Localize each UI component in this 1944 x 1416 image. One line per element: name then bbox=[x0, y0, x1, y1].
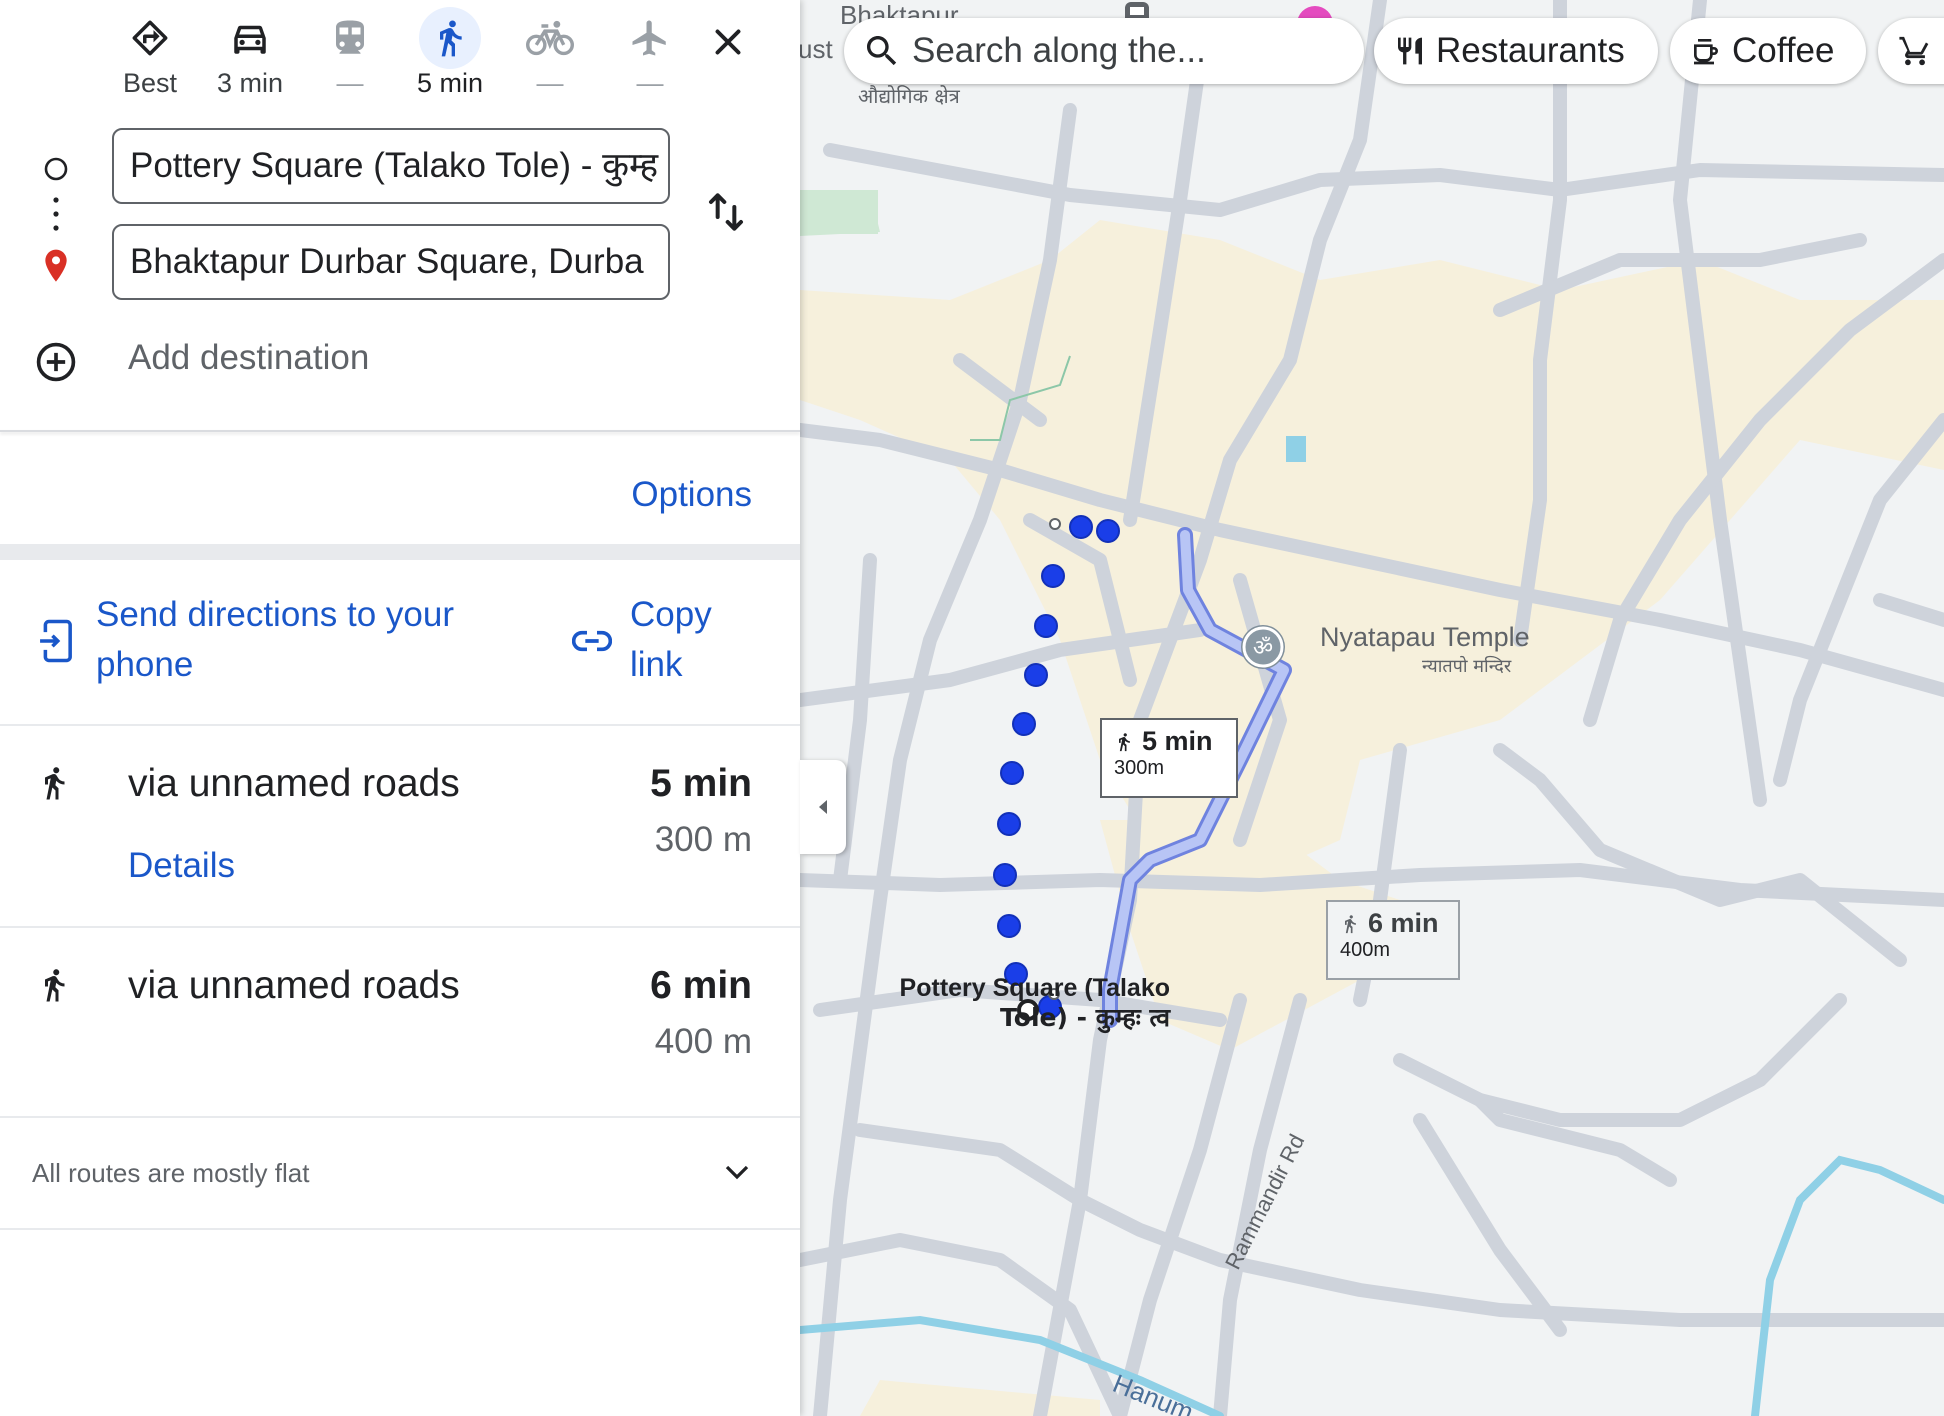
chip-shopping[interactable] bbox=[1878, 18, 1944, 84]
route-callout-alt-time-row: 6 min bbox=[1340, 908, 1446, 939]
route-1-details-link[interactable]: Details bbox=[128, 846, 235, 886]
map-label-temple[interactable]: Nyatapau Temple bbox=[1320, 622, 1530, 653]
close-directions-button[interactable] bbox=[700, 14, 756, 70]
chip-coffee-label: Coffee bbox=[1732, 31, 1835, 70]
cart-icon bbox=[1899, 36, 1929, 66]
directions-icon bbox=[126, 14, 174, 62]
divider bbox=[0, 1116, 800, 1118]
route-callout-alternate[interactable]: 6 min 400m bbox=[1326, 900, 1460, 980]
collapse-panel-button[interactable] bbox=[800, 760, 846, 854]
options-link[interactable]: Options bbox=[631, 475, 752, 515]
search-placeholder: Search along the... bbox=[912, 31, 1206, 70]
route-1-distance: 300 m bbox=[654, 820, 752, 859]
chip-restaurants-label: Restaurants bbox=[1436, 31, 1625, 70]
origin-map-label[interactable]: Pottery Square (Talako Tole) - कुम्हः त्… bbox=[900, 974, 1170, 1032]
svg-text:ॐ: ॐ bbox=[1253, 636, 1273, 661]
walking-icon bbox=[45, 767, 65, 800]
divider bbox=[0, 926, 800, 928]
mode-transit-label: — bbox=[336, 68, 364, 98]
route-2-distance: 400 m bbox=[654, 1022, 752, 1061]
train-icon bbox=[326, 14, 374, 62]
route-callout-primary[interactable]: 5 min 300m bbox=[1100, 718, 1238, 798]
fork-knife-icon bbox=[1398, 37, 1422, 65]
map-label-temple-local: न्यातपो मन्दिर bbox=[1422, 656, 1512, 677]
divider bbox=[0, 430, 800, 432]
destination-pin-icon bbox=[45, 249, 67, 282]
mode-walking[interactable]: 5 min bbox=[400, 7, 500, 99]
travel-mode-bar: Best 3 min — 5 min — — bbox=[100, 7, 760, 104]
origin-map-label-line2: Tole) - कुम्हः त्व bbox=[1000, 1003, 1170, 1032]
route-callout-alt-time: 6 min bbox=[1368, 908, 1439, 938]
walking-icon bbox=[1345, 914, 1356, 933]
mode-best[interactable]: Best bbox=[100, 14, 200, 99]
origin-circle-icon bbox=[44, 157, 68, 181]
route-2-title: via unnamed roads bbox=[128, 964, 460, 1007]
chevron-left-icon bbox=[819, 800, 827, 814]
route-callout-distance: 300m bbox=[1114, 757, 1165, 779]
mode-cycling-label: — bbox=[536, 68, 564, 98]
car-icon bbox=[226, 14, 274, 62]
chip-coffee[interactable]: Coffee bbox=[1670, 18, 1866, 84]
pond-icon bbox=[1286, 436, 1306, 462]
bicycle-icon bbox=[526, 14, 574, 62]
search-along-route[interactable]: Search along the... bbox=[844, 18, 1364, 84]
map-canvas[interactable]: ॐ Bhaktapur ust औद्योगिक क्षेत्र Nyatapa… bbox=[800, 0, 1944, 1416]
close-icon bbox=[715, 29, 741, 55]
send-directions-label: Send directions to your phone bbox=[96, 595, 454, 684]
mode-walking-label: 5 min bbox=[416, 68, 484, 98]
map-label-partial: ust bbox=[800, 34, 833, 64]
swap-icon bbox=[709, 193, 743, 231]
route-callout-time-row: 5 min bbox=[1114, 726, 1224, 757]
mode-best-label: Best bbox=[122, 68, 178, 98]
route-1-title: via unnamed roads bbox=[128, 762, 460, 805]
mode-driving[interactable]: 3 min bbox=[200, 14, 300, 99]
walking-icon bbox=[1119, 732, 1130, 751]
divider bbox=[0, 1228, 800, 1230]
link-icon bbox=[572, 630, 612, 652]
directions-panel: Best 3 min — 5 min — — Pottery Square (T… bbox=[0, 0, 800, 1416]
add-destination-label: Add destination bbox=[128, 338, 370, 377]
mode-cycling[interactable]: — bbox=[500, 14, 600, 99]
divider bbox=[0, 724, 800, 726]
walking-icon bbox=[419, 7, 481, 69]
map-base-layer: ॐ bbox=[800, 0, 1944, 1416]
send-to-phone-icon bbox=[40, 619, 72, 663]
route-start-node bbox=[1049, 518, 1061, 530]
walking-icon bbox=[45, 969, 65, 1002]
temple-icon: ॐ bbox=[1241, 625, 1285, 669]
mode-driving-label: 3 min bbox=[216, 68, 284, 98]
section-divider bbox=[0, 544, 800, 560]
origin-map-label-line1: Pottery Square (Talako bbox=[899, 974, 1170, 1002]
destination-input[interactable]: Bhaktapur Durbar Square, Durba bbox=[112, 224, 670, 300]
route-callout-alt-distance: 400m bbox=[1340, 939, 1391, 961]
search-icon bbox=[867, 36, 897, 66]
coffee-cup-icon bbox=[1694, 39, 1718, 65]
mode-flights[interactable]: — bbox=[600, 14, 700, 99]
chip-restaurants[interactable]: Restaurants bbox=[1374, 18, 1658, 84]
route-2-time: 6 min bbox=[650, 964, 752, 1007]
swap-button[interactable] bbox=[706, 190, 746, 239]
route-1-time: 5 min bbox=[650, 762, 752, 805]
origin-input[interactable]: Pottery Square (Talako Tole) - कुम्ह bbox=[112, 128, 670, 204]
route-callout-time: 5 min bbox=[1142, 726, 1213, 756]
copy-link-label: Copy link bbox=[630, 595, 712, 684]
chevron-down-icon bbox=[725, 1165, 749, 1180]
mode-transit[interactable]: — bbox=[300, 14, 400, 99]
route-dots-icon bbox=[53, 197, 59, 231]
add-circle-icon bbox=[36, 342, 76, 382]
airplane-icon bbox=[626, 14, 674, 62]
map-label-industrial-area: औद्योगिक क्षेत्र bbox=[858, 84, 960, 108]
mode-flights-label: — bbox=[636, 68, 664, 98]
elevation-note: All routes are mostly flat bbox=[32, 1158, 310, 1188]
